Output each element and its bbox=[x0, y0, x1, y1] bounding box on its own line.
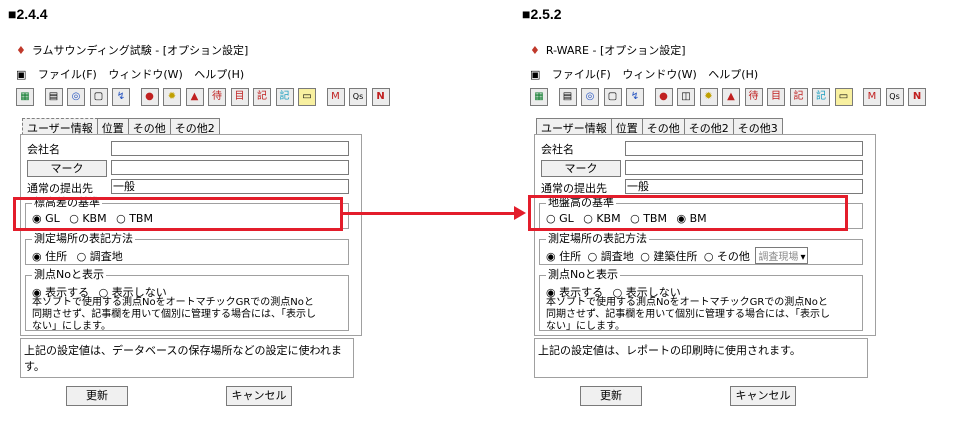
mark-button[interactable]: マーク bbox=[27, 160, 107, 177]
toolbar-binoculars-icon[interactable]: ◎ bbox=[67, 88, 85, 106]
menu-help[interactable]: ヘルプ(H) bbox=[708, 68, 758, 81]
company-input[interactable] bbox=[111, 141, 349, 156]
menu-bar-right: ▣ ファイル(F) ウィンドウ(W) ヘルプ(H) bbox=[530, 66, 766, 82]
toolbar-gear-icon[interactable]: ✹ bbox=[163, 88, 181, 106]
app-icon: ♦ bbox=[16, 44, 26, 57]
submit-input[interactable]: 一般 bbox=[111, 179, 349, 194]
options-frame-left: 会社名 マーク 通常の提出先 一般 標高差の基準 ◉ GL ○ KBM ○ TB… bbox=[20, 134, 362, 336]
toolbar-grid-icon[interactable]: ▦ bbox=[530, 88, 548, 106]
menu-help[interactable]: ヘルプ(H) bbox=[194, 68, 244, 81]
point-display-group: 測点Noと表示 ◉ 表示する ○ 表示しない 本ソフトで使用する測点Noをオート… bbox=[25, 269, 349, 332]
menu-file[interactable]: ファイル(F) bbox=[552, 68, 611, 81]
submit-label: 通常の提出先 bbox=[27, 182, 93, 195]
toolbar-wait-icon[interactable]: 待 bbox=[208, 88, 226, 106]
toolbar-mountain-icon[interactable]: ▲ bbox=[185, 88, 204, 106]
toolbar-chart-icon[interactable]: ↯ bbox=[112, 88, 130, 106]
mark-input[interactable] bbox=[625, 160, 863, 175]
options-frame-right: 会社名 マーク 通常の提出先 一般 地盤高の基準 ○ GL ○ KBM ○ TB… bbox=[534, 134, 876, 336]
mark-input[interactable] bbox=[111, 160, 349, 175]
bottom-note-left: 上記の設定値は、データベースの保存場所などの設定に使われます。 bbox=[20, 338, 354, 378]
toolbar-note-icon[interactable]: ▭ bbox=[834, 88, 853, 106]
point-display-title: 測点Noと表示 bbox=[546, 268, 620, 281]
bottom-note-right: 上記の設定値は、レポートの印刷時に使用されます。 bbox=[534, 338, 868, 378]
toolbar-grid-icon[interactable]: ▦ bbox=[16, 88, 34, 106]
submit-label: 通常の提出先 bbox=[541, 182, 607, 195]
arrow-right-icon bbox=[514, 206, 526, 220]
point-display-description: 本ソフトで使用する測点NoをオートマチックGRでの測点Noと同期させず、記事欄を… bbox=[32, 297, 316, 332]
submit-input[interactable]: 一般 bbox=[625, 179, 863, 194]
section-title-left: ■2.4.4 bbox=[8, 6, 48, 22]
location-title: 測定場所の表記方法 bbox=[32, 232, 135, 245]
toolbar-n-icon[interactable]: N bbox=[371, 88, 390, 106]
company-input[interactable] bbox=[625, 141, 863, 156]
app-icon: ♦ bbox=[530, 44, 540, 57]
window-icon: ▣ bbox=[530, 68, 541, 81]
toolbar-left: ▦ ▤ ◎ ▢ ↯ ● ✹ ▲ 待 目 記 記 ▭ M Qs N bbox=[16, 88, 391, 108]
toolbar-note-icon[interactable]: ▭ bbox=[298, 88, 316, 106]
highlight-box-left bbox=[13, 197, 343, 231]
toolbar-gear-icon[interactable]: ✹ bbox=[699, 88, 718, 106]
location-title: 測定場所の表記方法 bbox=[546, 232, 649, 245]
toolbar-wait-icon[interactable]: 待 bbox=[744, 88, 763, 106]
cancel-button-left[interactable]: キャンセル bbox=[226, 386, 292, 406]
mark-button[interactable]: マーク bbox=[541, 160, 621, 177]
update-button-left[interactable]: 更新 bbox=[66, 386, 128, 406]
point-display-title: 測点Noと表示 bbox=[32, 268, 106, 281]
toolbar-chart-icon[interactable]: ↯ bbox=[626, 88, 644, 106]
location-options: ◉ 住所 ○ 調査地 bbox=[32, 248, 129, 264]
window-title-left: ♦ ラムサウンディング試験 - [オプション設定] bbox=[16, 44, 249, 57]
highlight-box-right bbox=[528, 195, 848, 231]
toolbar-record-icon[interactable]: 記 bbox=[789, 88, 808, 106]
location-group: 測定場所の表記方法 ◉ 住所 ○ 調査地 ○ 建築住所 ○ その他 調査現場 ▾ bbox=[539, 233, 863, 265]
radio-survey-site[interactable]: ○ 調査地 bbox=[588, 250, 634, 263]
toolbar-ms-icon[interactable]: M bbox=[326, 88, 345, 106]
toolbar-qs-icon[interactable]: Qs bbox=[349, 88, 367, 106]
update-button-right[interactable]: 更新 bbox=[580, 386, 642, 406]
toolbar-book-icon[interactable]: 目 bbox=[767, 88, 785, 106]
toolbar-ms-icon[interactable]: M bbox=[863, 88, 881, 106]
toolbar-book-icon[interactable]: 目 bbox=[230, 88, 249, 106]
toolbar-tool-icon[interactable]: ● bbox=[654, 88, 673, 106]
radio-other[interactable]: ○ その他 bbox=[704, 250, 750, 263]
point-display-description: 本ソフトで使用する測点NoをオートマチックGRでの測点Noと同期させず、記事欄を… bbox=[546, 297, 830, 332]
toolbar-record-icon[interactable]: 記 bbox=[253, 88, 271, 106]
cancel-button-right[interactable]: キャンセル bbox=[730, 386, 796, 406]
toolbar-right: ▦ ▤ ◎ ▢ ↯ ● ◫ ✹ ▲ 待 目 記 記 ▭ M Qs N bbox=[530, 88, 927, 108]
radio-survey-site[interactable]: ○ 調査地 bbox=[77, 250, 123, 263]
toolbar-tool-icon[interactable]: ● bbox=[140, 88, 159, 106]
location-combo[interactable]: 調査現場 ▾ bbox=[755, 247, 809, 264]
window-icon: ▣ bbox=[16, 68, 27, 81]
toolbar-list-icon[interactable]: ▤ bbox=[44, 88, 63, 106]
toolbar-preview-icon[interactable]: ▢ bbox=[603, 88, 622, 106]
company-label: 会社名 bbox=[27, 143, 60, 156]
window-title-right: ♦ R-WARE - [オプション設定] bbox=[530, 44, 686, 57]
radio-building-address[interactable]: ○ 建築住所 bbox=[640, 250, 697, 263]
menu-window[interactable]: ウィンドウ(W) bbox=[622, 68, 696, 81]
toolbar-preview-icon[interactable]: ▢ bbox=[89, 88, 108, 106]
toolbar-binoculars-icon[interactable]: ◎ bbox=[581, 88, 599, 106]
radio-address[interactable]: ◉ 住所 bbox=[32, 250, 67, 263]
location-options: ◉ 住所 ○ 調査地 ○ 建築住所 ○ その他 調査現場 ▾ bbox=[546, 247, 809, 264]
arrow-line bbox=[343, 212, 515, 215]
location-group: 測定場所の表記方法 ◉ 住所 ○ 調査地 bbox=[25, 233, 349, 265]
toolbar-record2-icon[interactable]: 記 bbox=[275, 88, 294, 106]
toolbar-list-icon[interactable]: ▤ bbox=[558, 88, 577, 106]
toolbar-building-icon[interactable]: ◫ bbox=[677, 88, 695, 106]
company-label: 会社名 bbox=[541, 143, 574, 156]
chevron-down-icon: ▾ bbox=[800, 252, 806, 263]
menu-file[interactable]: ファイル(F) bbox=[38, 68, 97, 81]
toolbar-mountain-icon[interactable]: ▲ bbox=[722, 88, 740, 106]
toolbar-qs-icon[interactable]: Qs bbox=[885, 88, 904, 106]
point-display-group: 測点Noと表示 ◉ 表示する ○ 表示しない 本ソフトで使用する測点Noをオート… bbox=[539, 269, 863, 332]
menu-bar-left: ▣ ファイル(F) ウィンドウ(W) ヘルプ(H) bbox=[16, 66, 252, 82]
toolbar-record2-icon[interactable]: 記 bbox=[812, 88, 830, 106]
section-title-right: ■2.5.2 bbox=[522, 6, 562, 22]
radio-address[interactable]: ◉ 住所 bbox=[546, 250, 581, 263]
toolbar-n-icon[interactable]: N bbox=[908, 88, 926, 106]
menu-window[interactable]: ウィンドウ(W) bbox=[108, 68, 182, 81]
